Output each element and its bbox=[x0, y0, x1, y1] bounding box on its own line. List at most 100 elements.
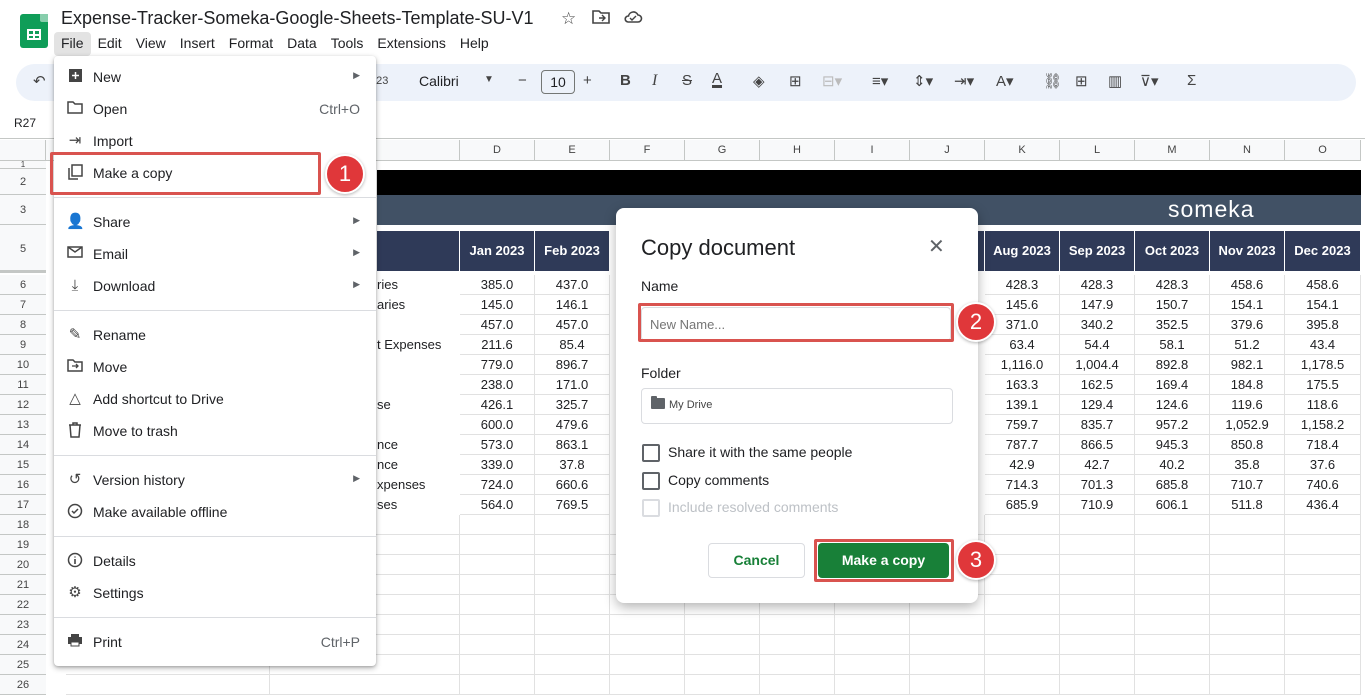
value-cell[interactable]: 35.8 bbox=[1210, 455, 1285, 475]
empty-cell[interactable] bbox=[985, 615, 1060, 635]
empty-cell[interactable] bbox=[760, 675, 835, 695]
row-header[interactable]: 23 bbox=[0, 615, 46, 635]
value-cell[interactable]: 769.5 bbox=[535, 495, 610, 515]
empty-cell[interactable] bbox=[1135, 615, 1210, 635]
empty-cell[interactable] bbox=[1285, 675, 1361, 695]
empty-cell[interactable] bbox=[1060, 615, 1135, 635]
value-cell[interactable]: 63.4 bbox=[985, 335, 1060, 355]
value-cell[interactable]: 724.0 bbox=[460, 475, 535, 495]
value-cell[interactable]: 850.8 bbox=[1210, 435, 1285, 455]
month-header[interactable]: Feb 2023 bbox=[535, 231, 610, 271]
empty-cell[interactable] bbox=[1210, 555, 1285, 575]
empty-cell[interactable] bbox=[1210, 515, 1285, 535]
row-header[interactable]: 20 bbox=[0, 555, 46, 575]
empty-cell[interactable] bbox=[1060, 515, 1135, 535]
filter-icon[interactable]: ⊽▾ bbox=[1140, 72, 1159, 90]
empty-cell[interactable] bbox=[460, 635, 535, 655]
empty-cell[interactable] bbox=[760, 615, 835, 635]
empty-cell[interactable] bbox=[1285, 575, 1361, 595]
value-cell[interactable]: 564.0 bbox=[460, 495, 535, 515]
empty-cell[interactable] bbox=[1285, 615, 1361, 635]
value-cell[interactable]: 42.9 bbox=[985, 455, 1060, 475]
value-cell[interactable]: 139.1 bbox=[985, 395, 1060, 415]
value-cell[interactable]: 428.3 bbox=[1135, 275, 1210, 295]
empty-cell[interactable] bbox=[985, 575, 1060, 595]
column-header[interactable]: E bbox=[535, 140, 610, 161]
empty-cell[interactable] bbox=[1210, 535, 1285, 555]
value-cell[interactable]: 379.6 bbox=[1210, 315, 1285, 335]
value-cell[interactable]: 660.6 bbox=[535, 475, 610, 495]
menu-item-move-to-trash[interactable]: Move to trash bbox=[54, 415, 376, 447]
month-header[interactable]: Dec 2023 bbox=[1285, 231, 1361, 271]
close-icon[interactable]: ✕ bbox=[928, 234, 945, 259]
empty-cell[interactable] bbox=[835, 655, 910, 675]
empty-cell[interactable] bbox=[1060, 675, 1135, 695]
empty-cell[interactable] bbox=[1135, 675, 1210, 695]
empty-cell[interactable] bbox=[1060, 575, 1135, 595]
value-cell[interactable]: 37.6 bbox=[1285, 455, 1361, 475]
value-cell[interactable]: 385.0 bbox=[460, 275, 535, 295]
value-cell[interactable]: 511.8 bbox=[1210, 495, 1285, 515]
value-cell[interactable]: 779.0 bbox=[460, 355, 535, 375]
row-header[interactable]: 26 bbox=[0, 675, 46, 695]
align-left-icon[interactable]: ≡▾ bbox=[872, 72, 888, 90]
value-cell[interactable]: 147.9 bbox=[1060, 295, 1135, 315]
empty-cell[interactable] bbox=[1285, 535, 1361, 555]
select-all-corner[interactable] bbox=[0, 140, 46, 161]
font-size-input[interactable]: 10 bbox=[541, 70, 575, 94]
empty-cell[interactable] bbox=[910, 615, 985, 635]
value-cell[interactable]: 457.0 bbox=[460, 315, 535, 335]
empty-cell[interactable] bbox=[1135, 535, 1210, 555]
menu-format[interactable]: Format bbox=[222, 32, 280, 56]
italic-icon[interactable]: I bbox=[652, 72, 657, 90]
text-rotation-icon[interactable]: A▾ bbox=[996, 72, 1014, 90]
empty-cell[interactable] bbox=[1285, 555, 1361, 575]
menu-item-share[interactable]: 👤 Share ▶ bbox=[54, 206, 376, 238]
value-cell[interactable]: 352.5 bbox=[1135, 315, 1210, 335]
value-cell[interactable]: 154.1 bbox=[1210, 295, 1285, 315]
value-cell[interactable]: 371.0 bbox=[985, 315, 1060, 335]
value-cell[interactable]: 175.5 bbox=[1285, 375, 1361, 395]
menu-tools[interactable]: Tools bbox=[324, 32, 371, 56]
row-header[interactable]: 14 bbox=[0, 435, 46, 455]
functions-icon[interactable]: Σ bbox=[1187, 72, 1196, 89]
empty-cell[interactable] bbox=[1210, 675, 1285, 695]
empty-cell[interactable] bbox=[1285, 635, 1361, 655]
empty-cell[interactable] bbox=[985, 655, 1060, 675]
empty-cell[interactable] bbox=[535, 515, 610, 535]
menu-item-rename[interactable]: ✎ Rename bbox=[54, 319, 376, 351]
empty-cell[interactable] bbox=[760, 635, 835, 655]
empty-cell[interactable] bbox=[1060, 655, 1135, 675]
value-cell[interactable]: 1,178.5 bbox=[1285, 355, 1361, 375]
insert-comment-icon[interactable]: ⊞ bbox=[1075, 72, 1088, 90]
empty-cell[interactable] bbox=[1135, 515, 1210, 535]
empty-cell[interactable] bbox=[610, 615, 685, 635]
empty-cell[interactable] bbox=[1135, 635, 1210, 655]
row-header[interactable]: 1 bbox=[0, 161, 46, 169]
font-family-select[interactable]: Calibri bbox=[419, 73, 459, 89]
category-label[interactable]: aries bbox=[377, 297, 405, 312]
font-dropdown-icon[interactable]: ▼ bbox=[484, 74, 494, 85]
category-label[interactable]: ses bbox=[377, 497, 397, 512]
menu-item-details[interactable]: Details bbox=[54, 545, 376, 577]
row-header[interactable]: 8 bbox=[0, 315, 46, 335]
row-header[interactable]: 24 bbox=[0, 635, 46, 655]
value-cell[interactable]: 1,052.9 bbox=[1210, 415, 1285, 435]
sheets-logo-icon[interactable] bbox=[20, 14, 48, 48]
empty-cell[interactable] bbox=[685, 675, 760, 695]
empty-cell[interactable] bbox=[985, 535, 1060, 555]
empty-cell[interactable] bbox=[985, 595, 1060, 615]
row-header[interactable]: 18 bbox=[0, 515, 46, 535]
value-cell[interactable]: 458.6 bbox=[1285, 275, 1361, 295]
value-cell[interactable]: 685.8 bbox=[1135, 475, 1210, 495]
empty-cell[interactable] bbox=[1210, 655, 1285, 675]
value-cell[interactable]: 37.8 bbox=[535, 455, 610, 475]
menu-insert[interactable]: Insert bbox=[173, 32, 222, 56]
value-cell[interactable]: 51.2 bbox=[1210, 335, 1285, 355]
menu-item-open[interactable]: Open Ctrl+O bbox=[54, 93, 376, 125]
row-header[interactable]: 2 bbox=[0, 169, 46, 195]
row-header[interactable]: 19 bbox=[0, 535, 46, 555]
copy-comments-checkbox[interactable] bbox=[642, 472, 660, 490]
empty-cell[interactable] bbox=[985, 555, 1060, 575]
category-label[interactable]: nce bbox=[377, 457, 398, 472]
